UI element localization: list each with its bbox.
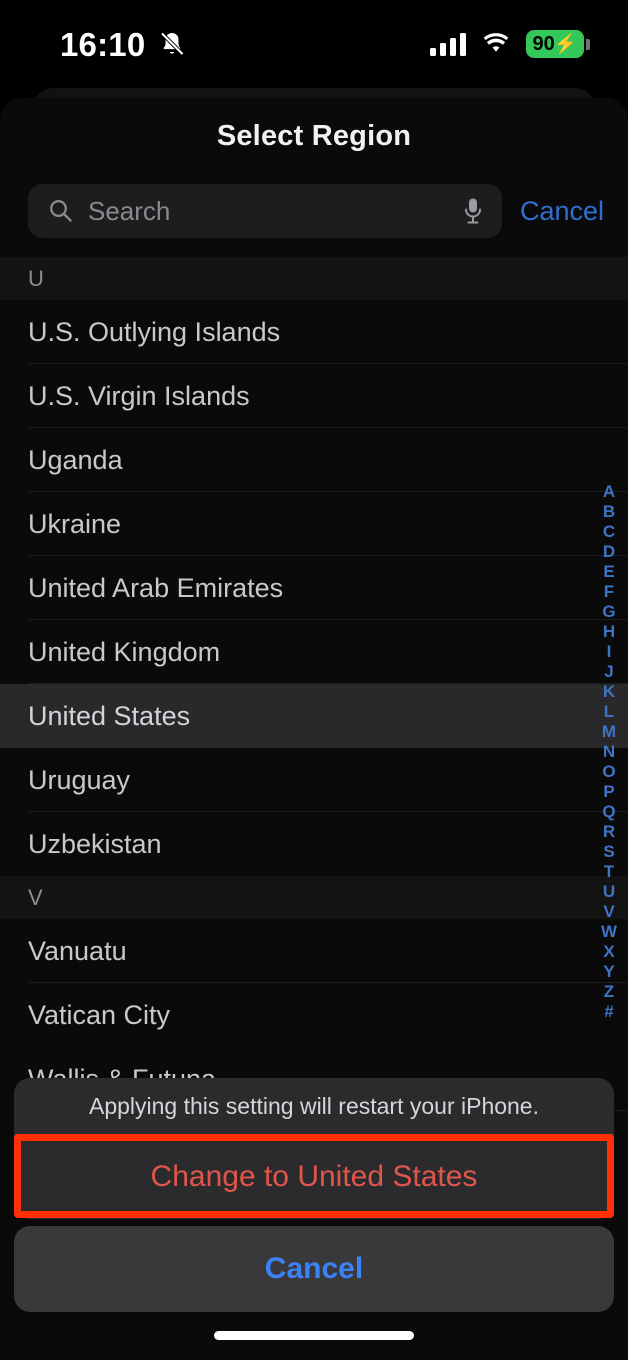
index-letter[interactable]: M	[602, 722, 616, 742]
index-letter[interactable]: Y	[603, 962, 614, 982]
index-letter[interactable]: D	[603, 542, 615, 562]
list-item[interactable]: United Arab Emirates	[0, 556, 628, 620]
status-bar-right: 90 ⚡	[430, 30, 590, 58]
microphone-icon[interactable]	[462, 196, 484, 226]
list-section-header: U	[0, 257, 628, 300]
list-item[interactable]: U.S. Virgin Islands	[0, 364, 628, 428]
index-letter[interactable]: E	[603, 562, 614, 582]
status-bar: 16:10 90 ⚡	[0, 0, 628, 88]
list-item[interactable]: Uganda	[0, 428, 628, 492]
battery-indicator: 90 ⚡	[526, 30, 590, 58]
alphabet-index-bar[interactable]: A B C D E F G H I J K L M N O P Q R S T U V W X Y Z #	[596, 482, 622, 1022]
search-cancel-button[interactable]: Cancel	[518, 192, 606, 231]
magnifying-glass-icon	[50, 200, 72, 222]
index-letter[interactable]: A	[603, 482, 615, 502]
index-letter[interactable]: #	[604, 1002, 613, 1022]
battery-percent: 90	[532, 33, 555, 55]
index-letter[interactable]: G	[602, 602, 615, 622]
action-sheet: Applying this setting will restart your …	[14, 1078, 614, 1219]
list-item[interactable]: United States	[0, 684, 628, 748]
index-letter[interactable]: K	[603, 682, 615, 702]
home-indicator	[214, 1331, 414, 1340]
list-item[interactable]: Uruguay	[0, 748, 628, 812]
iphone-screen: 16:10 90 ⚡ Select Region Search Cancel U…	[0, 0, 628, 1360]
index-letter[interactable]: H	[603, 622, 615, 642]
bell-slash-icon	[160, 32, 185, 56]
status-bar-left: 16:10	[60, 28, 187, 61]
action-sheet-cancel-button[interactable]: Cancel	[14, 1226, 614, 1312]
search-placeholder: Search	[88, 196, 171, 226]
index-letter[interactable]: L	[604, 702, 614, 722]
index-letter[interactable]: Q	[602, 802, 615, 822]
list-section-header: V	[0, 876, 628, 919]
index-letter[interactable]: S	[603, 842, 614, 862]
list-item[interactable]: Vatican City	[0, 983, 628, 1047]
index-letter[interactable]: P	[603, 782, 614, 802]
index-letter[interactable]: N	[603, 742, 615, 762]
page-title: Select Region	[216, 120, 412, 152]
index-letter[interactable]: F	[604, 582, 614, 602]
index-letter[interactable]: R	[603, 822, 615, 842]
search-input[interactable]: Search	[28, 184, 502, 238]
index-letter[interactable]: J	[604, 662, 613, 682]
index-letter[interactable]: W	[601, 922, 617, 942]
list-item[interactable]: Ukraine	[0, 492, 628, 556]
index-letter[interactable]: C	[603, 522, 615, 542]
index-letter[interactable]: V	[603, 902, 614, 922]
action-sheet-message: Applying this setting will restart your …	[89, 1092, 539, 1119]
status-bar-clock: 16:10	[60, 25, 146, 63]
index-letter[interactable]: T	[604, 862, 614, 882]
list-item[interactable]: Vanuatu	[0, 919, 628, 983]
index-letter[interactable]: I	[607, 642, 612, 662]
index-letter[interactable]: Z	[604, 982, 614, 1002]
search-bar: Search Cancel	[0, 184, 628, 238]
index-letter[interactable]: O	[602, 762, 615, 782]
cellular-bars-icon	[430, 32, 466, 56]
index-letter[interactable]: B	[603, 502, 615, 522]
charging-bolt-icon: ⚡	[553, 33, 578, 55]
list-item[interactable]: Uzbekistan	[0, 812, 628, 876]
index-letter[interactable]: U	[603, 882, 615, 902]
action-sheet-cancel-label: Cancel	[264, 1252, 364, 1285]
change-to-united-states-button[interactable]: Change to United States	[14, 1135, 614, 1219]
list-item[interactable]: United Kingdom	[0, 620, 628, 684]
list-item[interactable]: U.S. Outlying Islands	[0, 300, 628, 364]
index-letter[interactable]: X	[603, 942, 614, 962]
wifi-icon	[483, 33, 509, 52]
